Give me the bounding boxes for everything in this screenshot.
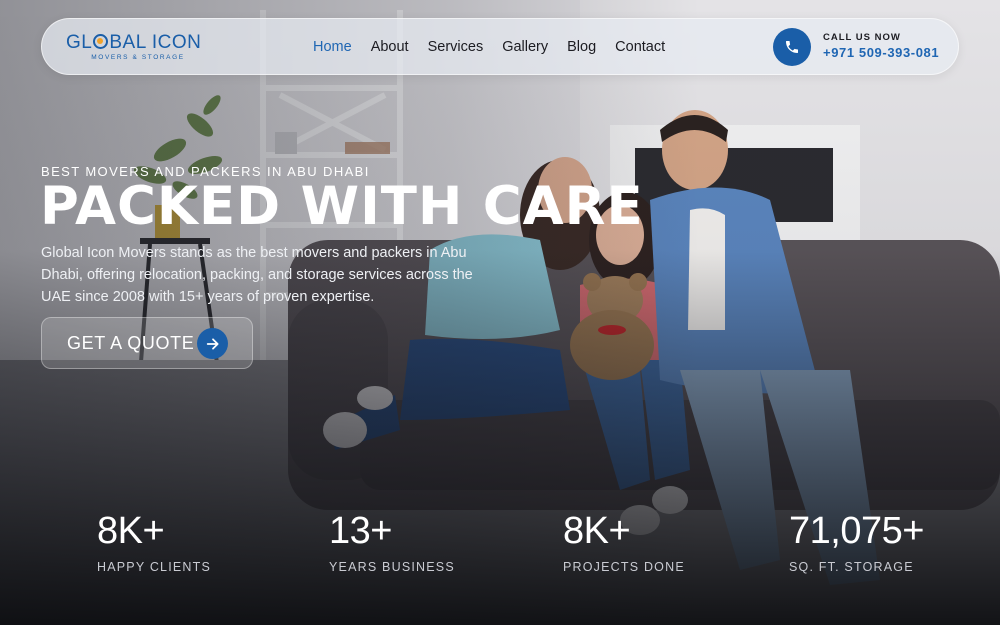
- stat-label: PROJECTS DONE: [563, 560, 685, 574]
- stat-value: 8K+: [97, 510, 165, 552]
- arrow-right-icon: [197, 328, 228, 359]
- stat-label: HAPPY CLIENTS: [97, 560, 212, 574]
- nav-link-blog[interactable]: Blog: [567, 38, 596, 56]
- brand-logo[interactable]: GL BAL ICON MOVERS & STORAGE: [66, 33, 206, 63]
- brand-name-end: BAL ICON: [109, 32, 202, 53]
- stat-label: SQ. FT. STORAGE: [789, 560, 914, 574]
- brand-tagline: MOVERS & STORAGE: [91, 54, 185, 61]
- call-button[interactable]: [773, 28, 811, 66]
- stat-label: YEARS BUSINESS: [329, 560, 455, 574]
- globe-icon: [93, 34, 109, 49]
- get-a-quote-label: GET A QUOTE: [67, 332, 195, 353]
- brand-name-start: GL: [66, 32, 93, 53]
- stat-storage: 71,075+ SQ. FT. STORAGE: [789, 508, 924, 574]
- stat-value: 13+: [329, 510, 392, 552]
- nav-link-gallery[interactable]: Gallery: [502, 38, 548, 56]
- phone-icon: [786, 41, 798, 53]
- hero-description: Global Icon Movers stands as the best mo…: [41, 245, 473, 305]
- stat-value: 71,075+: [789, 510, 924, 552]
- stat-years-business: 13+ YEARS BUSINESS: [329, 508, 455, 574]
- nav-link-contact[interactable]: Contact: [615, 38, 665, 56]
- get-a-quote-button[interactable]: GET A QUOTE: [41, 317, 253, 369]
- top-navbar: GL BAL ICON MOVERS & STORAGE Home About S…: [41, 18, 959, 75]
- hero-headline: PACKED WITH CARE: [40, 176, 644, 237]
- stat-projects-done: 8K+ PROJECTS DONE: [563, 508, 685, 574]
- nav-link-services[interactable]: Services: [428, 38, 484, 56]
- nav-link-about[interactable]: About: [371, 38, 409, 56]
- stat-value: 8K+: [563, 510, 631, 552]
- call-us-label: CALL US NOW: [823, 32, 901, 43]
- main-nav: Home About Services Gallery Blog Contact: [313, 38, 684, 56]
- stat-happy-clients: 8K+ HAPPY CLIENTS: [97, 508, 211, 574]
- brand-wordmark: GL BAL ICON: [66, 33, 206, 53]
- phone-number-link[interactable]: +971 509-393-081: [823, 45, 939, 60]
- nav-link-home[interactable]: Home: [313, 38, 352, 56]
